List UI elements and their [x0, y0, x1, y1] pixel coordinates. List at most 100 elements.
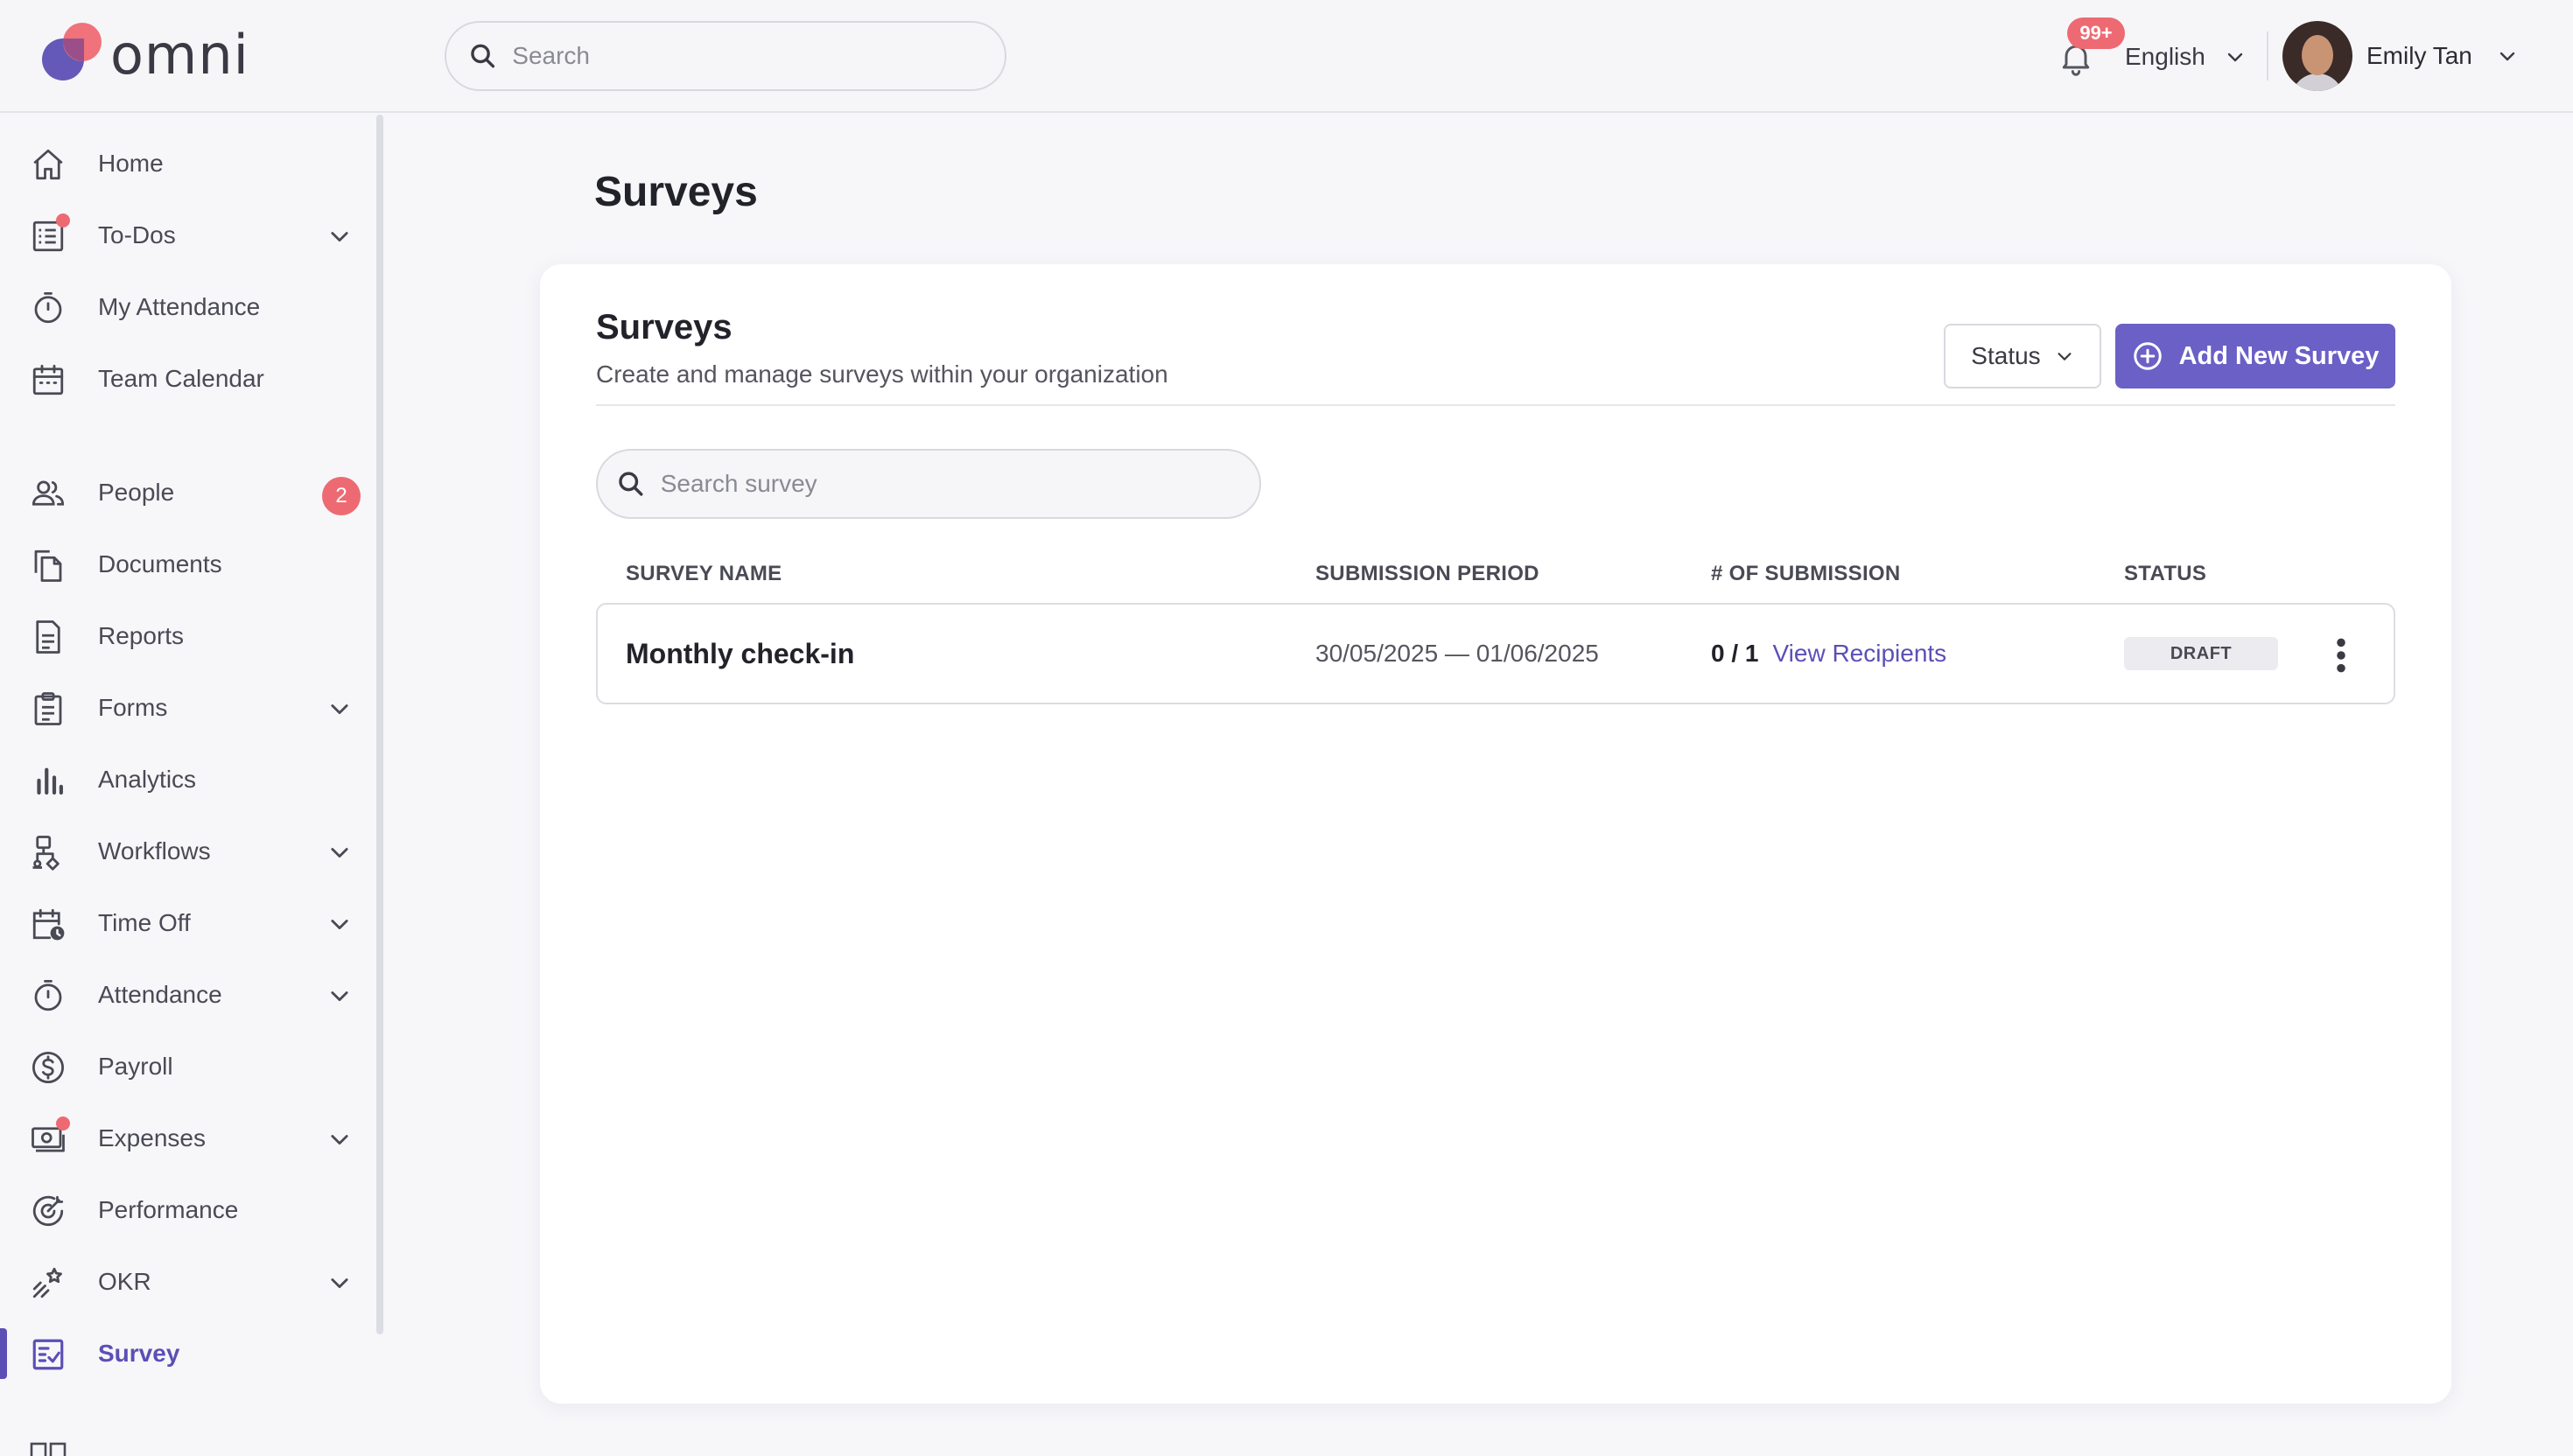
card-subtitle: Create and manage surveys within your or…: [596, 360, 1168, 388]
sidebar-item-analytics[interactable]: Analytics: [0, 749, 368, 810]
view-recipients-link[interactable]: View Recipients: [1772, 640, 1946, 668]
logo-text: omni: [110, 22, 249, 87]
sidebar-item-people[interactable]: People 2: [0, 462, 368, 523]
sidebar-scrollbar[interactable]: [376, 115, 383, 1334]
sidebar-item-label: Home: [98, 150, 164, 177]
performance-icon: [32, 1195, 64, 1227]
user-menu[interactable]: Emily Tan: [2282, 21, 2518, 91]
sidebar-item-okr[interactable]: OKR: [0, 1251, 368, 1312]
sidebar-item-label: People: [98, 479, 175, 506]
avatar: [2282, 21, 2352, 91]
column-header-submission-period[interactable]: SUBMISSION PERIOD: [1315, 562, 1539, 586]
sidebar-item-workflows[interactable]: Workflows: [0, 821, 368, 882]
plus-circle-icon: [2133, 342, 2162, 370]
sidebar-item-label: Attendance: [98, 981, 222, 1008]
survey-name[interactable]: Monthly check-in: [626, 638, 854, 670]
submission-period: 30/05/2025 — 01/06/2025: [1315, 640, 1599, 667]
more-options-icon[interactable]: [2331, 636, 2352, 675]
sidebar-item-label: Workflows: [98, 837, 211, 864]
column-header-survey-name[interactable]: SURVEY NAME: [626, 562, 782, 586]
status-filter-button[interactable]: Status: [1944, 324, 2101, 388]
stopwatch-icon: [34, 979, 62, 1012]
card-divider: [596, 404, 2395, 406]
sidebar-item-team-calendar[interactable]: Team Calendar: [0, 348, 368, 410]
sidebar-item-to-dos[interactable]: To-Dos: [0, 205, 368, 266]
header-divider: [2267, 32, 2268, 80]
chevron-down-icon: [2499, 52, 2515, 61]
sidebar-item-label: Survey: [98, 1340, 180, 1367]
sidebar-item-label: To-Dos: [98, 221, 176, 248]
calendar-clock-icon: [32, 908, 65, 941]
chevron-down-icon: [2058, 353, 2072, 360]
surveys-card: Surveys Create and manage surveys within…: [540, 264, 2451, 1404]
sidebar-item-my-attendance[interactable]: My Attendance: [0, 276, 368, 338]
expenses-notification-dot: [56, 1116, 70, 1130]
chevron-down-icon: [2227, 52, 2243, 62]
sidebar-item-label: My Attendance: [98, 293, 261, 320]
sidebar-item-label: Expenses: [98, 1124, 206, 1152]
omni-logo[interactable]: omni: [40, 21, 249, 88]
okr-icon: [32, 1267, 62, 1298]
sidebar-item-performance[interactable]: Performance: [0, 1180, 368, 1241]
sidebar-item-label: OKR: [98, 1268, 151, 1295]
workflow-icon: [32, 836, 60, 871]
sidebar-item-attendance[interactable]: Attendance: [0, 964, 368, 1026]
sidebar-item-label: Analytics: [98, 766, 197, 793]
page-title: Surveys: [594, 169, 758, 215]
user-name: Emily Tan: [2366, 42, 2472, 69]
documents-icon: [34, 550, 62, 582]
survey-search-input[interactable]: [660, 470, 1259, 498]
submission-count: 0 / 1: [1711, 640, 1759, 667]
chevron-down-icon[interactable]: [327, 224, 352, 248]
sidebar-item-home[interactable]: Home: [0, 133, 368, 194]
language-selector[interactable]: English: [2125, 35, 2246, 79]
add-new-survey-label: Add New Survey: [2178, 341, 2380, 370]
global-search-input[interactable]: [512, 42, 1005, 70]
sidebar-item-label: Team Calendar: [98, 365, 264, 392]
chevron-down-icon[interactable]: [327, 840, 352, 864]
sidebar-item-documents[interactable]: Documents: [0, 534, 368, 595]
people-count-badge: 2: [322, 477, 361, 515]
home-icon: [33, 149, 63, 180]
sidebar-item-expenses[interactable]: Expenses: [0, 1108, 368, 1169]
status-badge: DRAFT: [2124, 637, 2278, 670]
column-header-submissions[interactable]: # OF SUBMISSION: [1711, 562, 1901, 586]
sidebar-item-payroll[interactable]: Payroll: [0, 1036, 368, 1097]
sidebar-item-label: Payroll: [98, 1053, 173, 1080]
chevron-down-icon[interactable]: [327, 696, 352, 721]
partial-grid-icon: [30, 1442, 67, 1456]
search-icon: [471, 44, 495, 68]
global-search[interactable]: [445, 21, 1006, 91]
clipboard-icon: [34, 692, 62, 725]
card-title: Surveys: [596, 308, 733, 346]
sidebar-item-reports[interactable]: Reports: [0, 606, 368, 667]
sidebar-item-label: Performance: [98, 1196, 239, 1223]
chevron-down-icon[interactable]: [327, 984, 352, 1008]
top-bar: omni 99+ English Emily Tan: [0, 0, 2573, 113]
logo-mark-icon: [40, 21, 107, 88]
calendar-icon: [32, 364, 64, 396]
chevron-down-icon[interactable]: [327, 1127, 352, 1152]
sidebar-item-label: Time Off: [98, 909, 191, 936]
todos-notification-dot: [56, 214, 70, 228]
language-label: English: [2125, 43, 2205, 70]
table-row[interactable]: Monthly check-in 30/05/2025 — 01/06/2025…: [596, 603, 2395, 704]
status-filter-label: Status: [1971, 342, 2041, 369]
chevron-down-icon[interactable]: [327, 912, 352, 936]
survey-search[interactable]: [596, 449, 1261, 519]
sidebar-item-label: Documents: [98, 550, 222, 578]
survey-icon: [32, 1339, 64, 1370]
sidebar-item-label: Forms: [98, 694, 168, 721]
sidebar-item-label: Reports: [98, 622, 185, 649]
notification-badge: 99+: [2067, 18, 2125, 49]
dollar-icon: [32, 1051, 65, 1084]
report-icon: [36, 620, 60, 654]
add-new-survey-button[interactable]: Add New Survey: [2115, 324, 2395, 388]
chevron-down-icon[interactable]: [327, 1270, 352, 1295]
sidebar-item-survey[interactable]: Survey: [0, 1323, 368, 1384]
sidebar-item-forms[interactable]: Forms: [0, 677, 368, 738]
search-icon: [619, 472, 643, 496]
sidebar-item-time-off[interactable]: Time Off: [0, 892, 368, 954]
column-header-status[interactable]: STATUS: [2124, 562, 2206, 586]
bar-chart-icon: [37, 767, 63, 795]
